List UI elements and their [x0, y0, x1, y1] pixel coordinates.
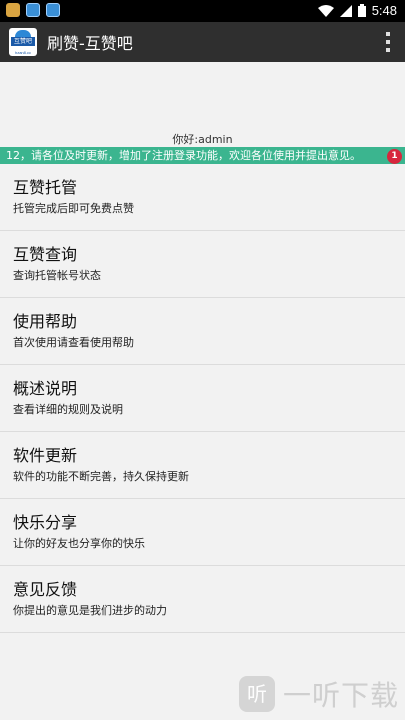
greeting-text: 你好:admin	[172, 133, 233, 146]
menu-item-help[interactable]: 使用帮助 首次使用请查看使用帮助	[0, 298, 405, 365]
watermark: 听 一听下载	[238, 674, 399, 714]
notice-marquee[interactable]: 12，请各位及时更新，增加了注册登录功能，欢迎各位使用并提出意见。	[0, 147, 405, 164]
app-bar: 互赞吧 hzan8.cc 刷赞-互赞吧	[0, 22, 405, 62]
wifi-icon	[317, 4, 334, 17]
menu-item-title: 互赞托管	[13, 178, 78, 197]
signal-icon	[339, 4, 352, 17]
main-menu: 互赞托管 托管完成后即可免费点赞 互赞查询 查询托管帐号状态 使用帮助 首次使用…	[0, 164, 405, 633]
menu-item-overview[interactable]: 概述说明 查看详细的规则及说明	[0, 365, 405, 432]
menu-item-feedback[interactable]: 意见反馈 你提出的意见是我们进步的动力	[0, 566, 405, 633]
notice-text: 12，请各位及时更新，增加了注册登录功能，欢迎各位使用并提出意见。	[6, 149, 361, 162]
menu-item-desc: 首次使用请查看使用帮助	[13, 336, 134, 349]
notification-file-icon	[6, 3, 20, 17]
menu-item-title: 意见反馈	[13, 580, 78, 599]
menu-item-title: 软件更新	[13, 446, 78, 465]
menu-item-title: 概述说明	[13, 379, 78, 398]
notification-app-icon-2	[46, 3, 60, 17]
menu-item-desc: 查看详细的规则及说明	[13, 403, 123, 416]
menu-item-desc: 你提出的意见是我们进步的动力	[13, 604, 167, 617]
battery-icon	[357, 4, 366, 17]
menu-item-title: 互赞查询	[13, 245, 78, 264]
menu-item-query[interactable]: 互赞查询 查询托管帐号状态	[0, 231, 405, 298]
menu-item-desc: 让你的好友也分享你的快乐	[13, 537, 145, 550]
menu-item-title: 快乐分享	[13, 513, 78, 532]
app-title: 刷赞-互赞吧	[47, 34, 133, 53]
logo-text: 互赞吧	[11, 37, 35, 46]
menu-item-hosting[interactable]: 互赞托管 托管完成后即可免费点赞	[0, 164, 405, 231]
status-bar: 5:48	[0, 0, 405, 22]
watermark-text: 一听下载	[282, 679, 399, 712]
app-logo[interactable]: 互赞吧 hzan8.cc	[9, 28, 37, 56]
menu-item-desc: 托管完成后即可免费点赞	[13, 202, 134, 215]
status-time: 5:48	[371, 3, 397, 18]
overflow-menu-icon[interactable]	[383, 32, 393, 52]
menu-item-share[interactable]: 快乐分享 让你的好友也分享你的快乐	[0, 499, 405, 566]
menu-item-update[interactable]: 软件更新 软件的功能不断完善，持久保持更新	[0, 432, 405, 499]
logo-subtext: hzan8.cc	[14, 50, 31, 55]
notice-badge[interactable]: 1	[387, 149, 402, 164]
menu-item-desc: 软件的功能不断完善，持久保持更新	[13, 470, 189, 483]
menu-item-title: 使用帮助	[13, 312, 78, 331]
notification-app-icon	[26, 3, 40, 17]
watermark-logo-icon: 听	[238, 676, 275, 712]
menu-item-desc: 查询托管帐号状态	[13, 269, 101, 282]
